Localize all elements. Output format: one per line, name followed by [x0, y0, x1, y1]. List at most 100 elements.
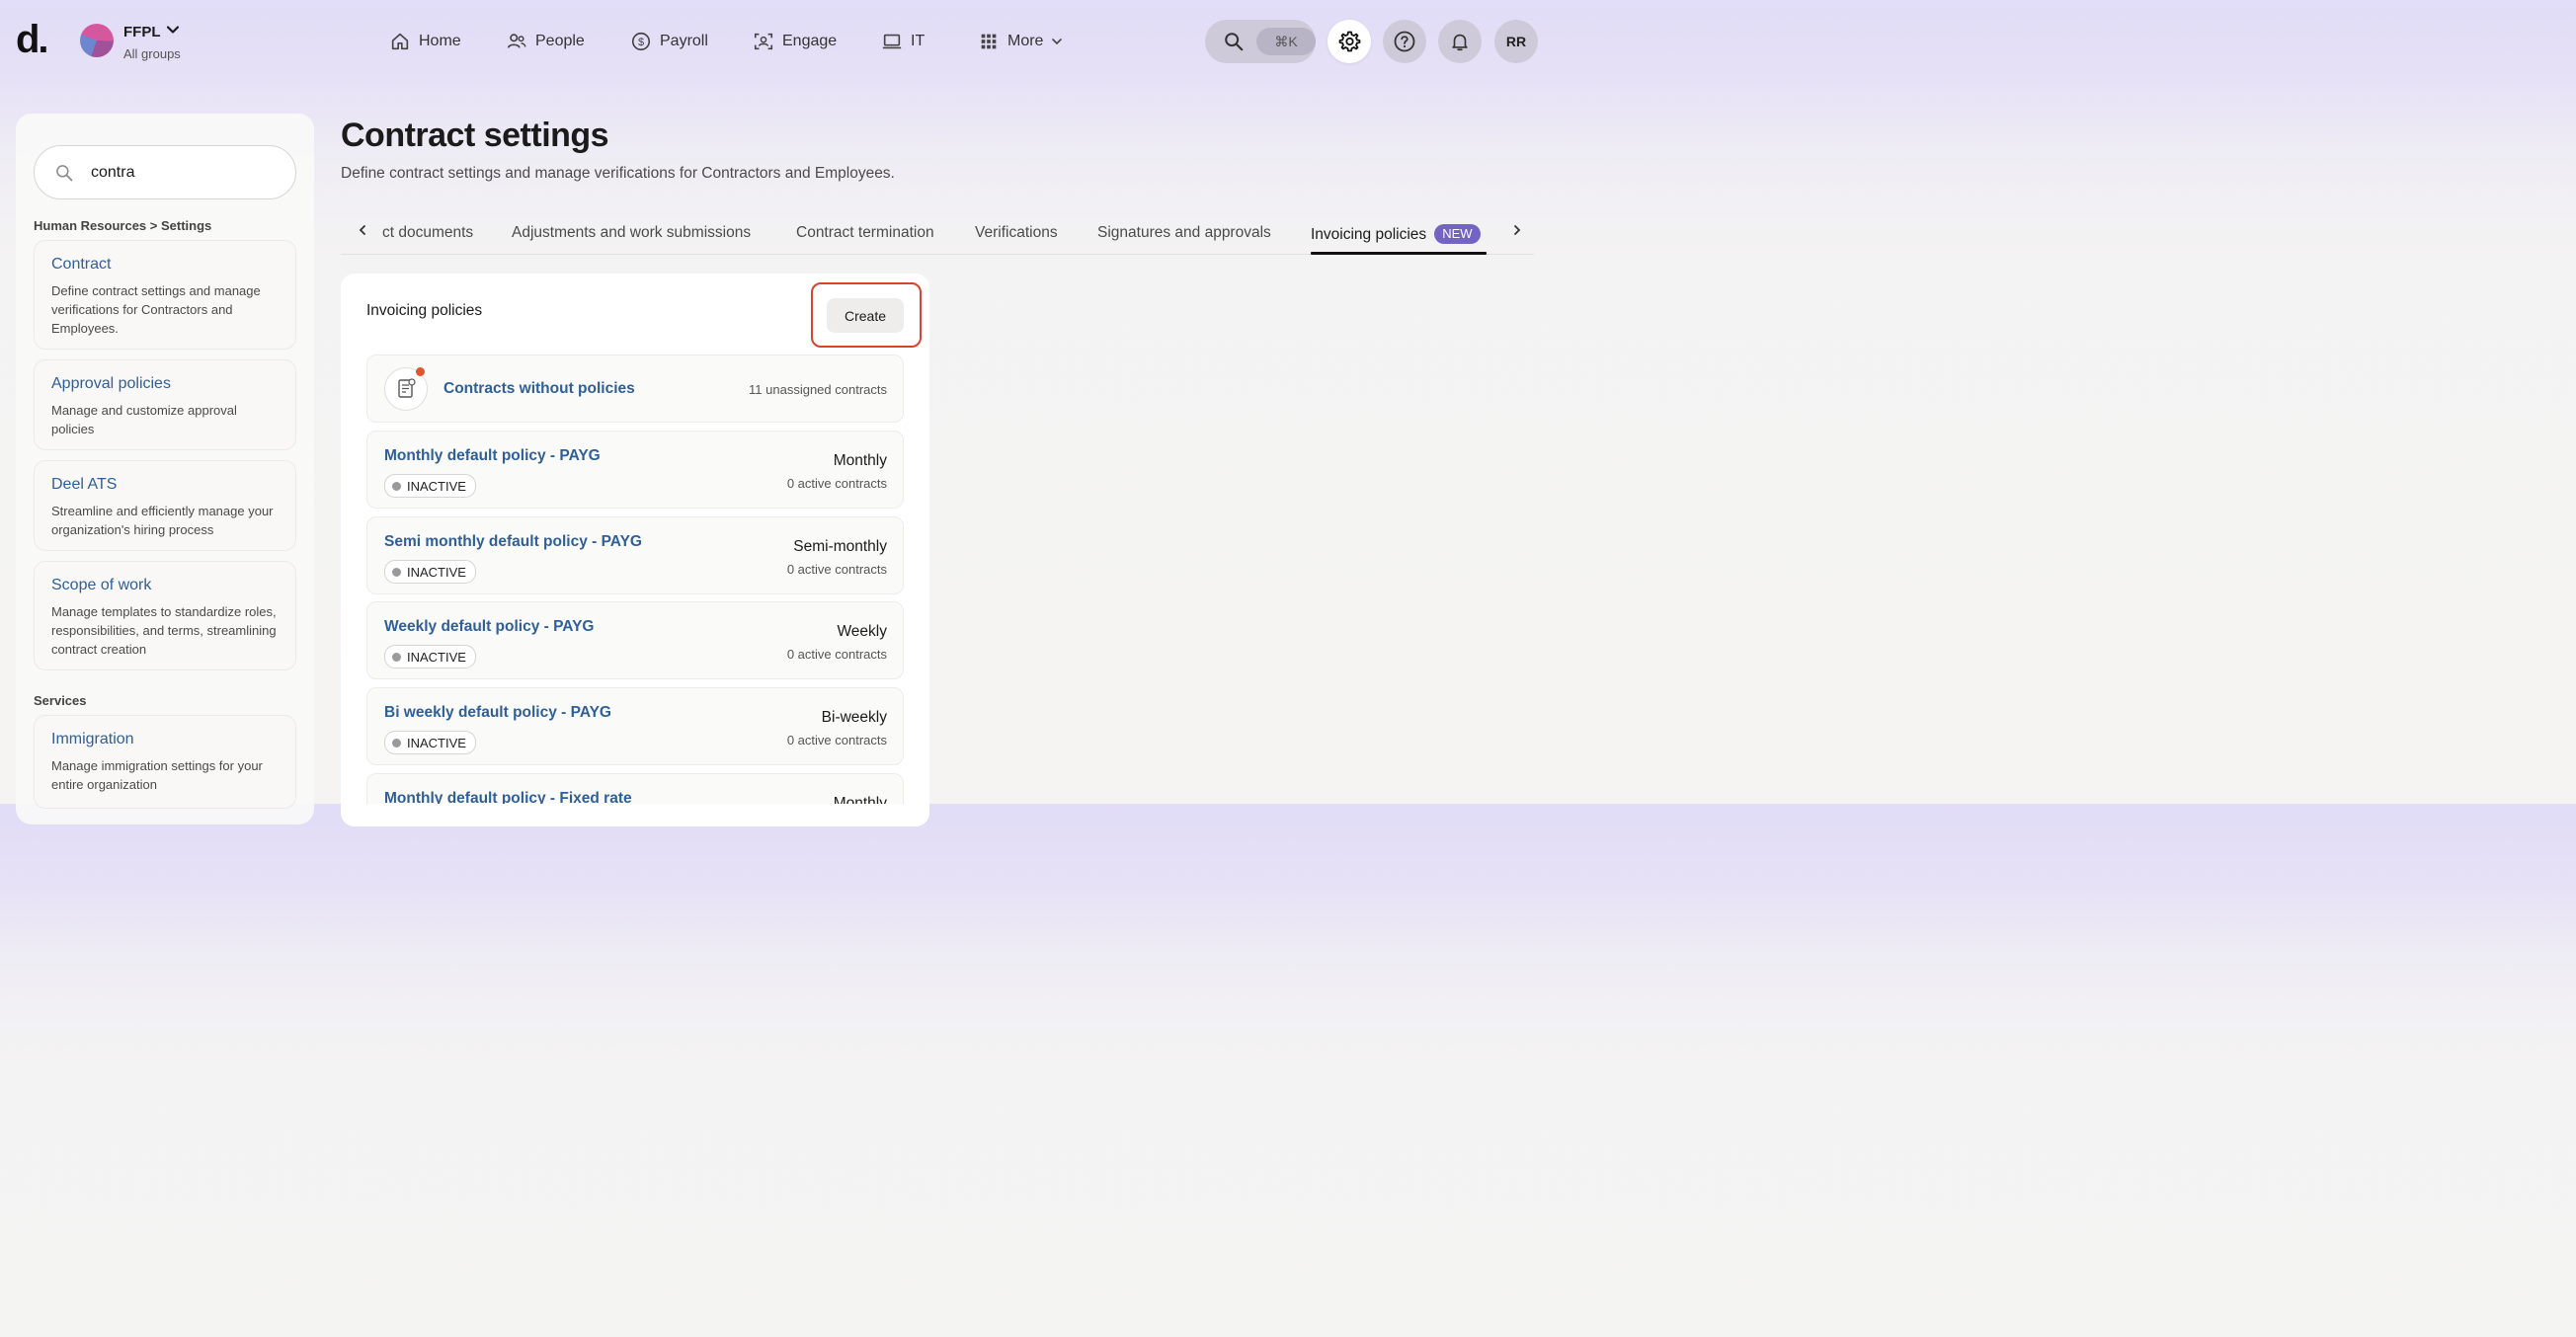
policy-name: Monthly default policy - PAYG [384, 447, 601, 464]
sidebar-section-services: Services [34, 693, 87, 708]
laptop-icon [882, 34, 902, 49]
status-text: INACTIVE [407, 735, 466, 750]
status-text: INACTIVE [407, 478, 466, 494]
status-badge: INACTIVE [384, 560, 476, 584]
sidebar-item-desc: Manage immigration settings for your ent… [51, 758, 263, 792]
tab-adjustments[interactable]: Adjustments and work submissions [512, 224, 751, 242]
status-dot [392, 738, 401, 747]
policy-frequency: Semi-monthly [793, 538, 887, 555]
status-dot [392, 481, 401, 491]
gear-icon [1338, 31, 1361, 52]
user-avatar[interactable]: RR [1494, 20, 1538, 63]
nav-more-label: More [1007, 33, 1044, 49]
tab-contract-documents[interactable]: ct documents [382, 224, 473, 242]
tab-invoicing-policies[interactable]: Invoicing policies NEW [1311, 224, 1481, 244]
chevron-down-icon[interactable] [165, 22, 181, 40]
sidebar-item-deel-ats[interactable]: Deel ATS Streamline and efficiently mana… [34, 460, 296, 551]
tab-verifications[interactable]: Verifications [975, 224, 1058, 242]
sidebar-item-title: Immigration [51, 731, 134, 747]
policy-frequency: Weekly [837, 623, 887, 640]
sidebar-item-title: Contract [51, 256, 112, 273]
sidebar-item-desc: Manage and customize approval policies [51, 403, 237, 436]
help-icon [1394, 31, 1415, 52]
nav-people[interactable]: People [506, 30, 585, 53]
create-button[interactable]: Create [827, 298, 904, 333]
sidebar-item-desc: Define contract settings and manage veri… [51, 283, 261, 336]
chevron-left-icon [359, 225, 365, 235]
row-title: Contracts without policies [443, 380, 635, 397]
nav-home[interactable]: Home [389, 30, 461, 53]
policy-row[interactable]: Semi monthly default policy - PAYG INACT… [366, 516, 904, 594]
org-groups-label: All groups [123, 46, 181, 61]
policy-row[interactable]: Monthly default policy - Fixed rate Mont… [366, 773, 904, 804]
dollar-icon: $ [631, 32, 651, 51]
policy-frequency: Monthly [833, 452, 887, 469]
status-badge: INACTIVE [384, 731, 476, 754]
org-avatar[interactable] [80, 24, 114, 57]
policy-count: 0 active contracts [786, 562, 887, 577]
policy-count: 0 active contracts [786, 476, 887, 491]
global-search-button[interactable]: ⌘K [1205, 20, 1316, 63]
new-badge: NEW [1434, 224, 1481, 244]
active-tab-indicator [1311, 252, 1487, 255]
sidebar-item-desc: Streamline and efficiently manage your o… [51, 504, 274, 537]
nav-payroll-label: Payroll [660, 33, 708, 49]
policy-count: 0 active contracts [786, 647, 887, 662]
notifications-button[interactable] [1438, 20, 1482, 63]
shortcut-hint: ⌘K [1256, 28, 1316, 55]
status-text: INACTIVE [407, 649, 466, 665]
policy-frequency: Bi-weekly [821, 709, 887, 726]
notification-dot [416, 367, 425, 376]
panel-title: Invoicing policies [366, 302, 483, 319]
nav-more[interactable]: More [978, 30, 1063, 53]
sidebar-item-title: Scope of work [51, 577, 152, 593]
tab-contract-termination[interactable]: Contract termination [796, 224, 934, 242]
row-count: 11 unassigned contracts [749, 382, 887, 397]
sidebar-item-approval-policies[interactable]: Approval policies Manage and customize a… [34, 359, 296, 450]
tabs-scroll-left[interactable] [357, 222, 368, 243]
policy-row[interactable]: Monthly default policy - PAYG INACTIVE M… [366, 431, 904, 509]
sidebar-item-contract[interactable]: Contract Define contract settings and ma… [34, 240, 296, 350]
svg-text:$: $ [638, 37, 644, 48]
org-name[interactable]: FFPL [123, 24, 161, 40]
policy-name: Weekly default policy - PAYG [384, 618, 595, 635]
status-dot [392, 652, 401, 662]
nav-engage[interactable]: Engage [753, 30, 837, 53]
contracts-without-policies-row[interactable]: Contracts without policies 11 unassigned… [366, 354, 904, 423]
nav-home-label: Home [419, 33, 461, 49]
people-icon [507, 34, 526, 48]
policy-name: Bi weekly default policy - PAYG [384, 704, 611, 721]
tab-signatures-approvals[interactable]: Signatures and approvals [1097, 224, 1271, 242]
grid-icon [981, 34, 997, 49]
sidebar-item-immigration[interactable]: Immigration Manage immigration settings … [34, 715, 296, 809]
nav-payroll[interactable]: $ Payroll [630, 30, 708, 53]
policy-count: 0 active contracts [786, 733, 887, 747]
sidebar-item-desc: Manage templates to standardize roles, r… [51, 604, 277, 657]
engage-icon [754, 33, 773, 50]
nav-engage-label: Engage [782, 33, 838, 49]
tab-label: Invoicing policies [1311, 226, 1427, 243]
sidebar-item-scope-of-work[interactable]: Scope of work Manage templates to standa… [34, 561, 296, 670]
policy-frequency: Monthly [833, 795, 887, 804]
help-button[interactable] [1383, 20, 1426, 63]
deel-logo[interactable]: d. [16, 18, 49, 61]
nav-it[interactable]: IT [881, 30, 925, 53]
chevron-right-icon [1514, 225, 1521, 235]
search-icon [56, 165, 73, 182]
sidebar-search-input[interactable] [89, 158, 281, 188]
policy-row[interactable]: Bi weekly default policy - PAYG INACTIVE… [366, 687, 904, 765]
sidebar-item-title: Approval policies [51, 375, 171, 392]
tabs-scroll-right[interactable] [1511, 222, 1523, 243]
status-dot [392, 567, 401, 577]
home-icon [391, 33, 409, 50]
policy-name: Monthly default policy - Fixed rate [384, 790, 632, 804]
bell-icon [1452, 34, 1468, 51]
policy-row[interactable]: Weekly default policy - PAYG INACTIVE We… [366, 601, 904, 679]
status-text: INACTIVE [407, 564, 466, 580]
chevron-down-icon [1052, 39, 1063, 45]
status-badge: INACTIVE [384, 474, 476, 498]
sidebar-search[interactable] [34, 145, 296, 199]
status-badge: INACTIVE [384, 645, 476, 668]
settings-button[interactable] [1328, 20, 1371, 63]
policy-name: Semi monthly default policy - PAYG [384, 533, 642, 550]
